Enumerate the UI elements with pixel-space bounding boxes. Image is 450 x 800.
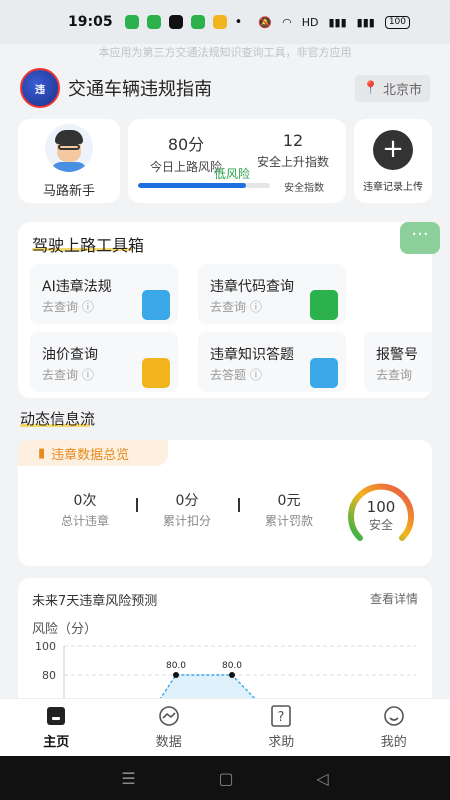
forecast-card: 未来7天违章风险预测 查看详情 风险（分） 100 80 80.0 80.0 <box>18 578 432 708</box>
gauge-score: 100 <box>367 498 396 516</box>
quiz-icon <box>310 358 338 388</box>
stats-card[interactable]: 80分 今日上路风险 12 安全上升指数 低风险 安全指数 <box>128 119 346 203</box>
tool-code-query[interactable]: 违章代码查询 去查询 ⓘ <box>198 264 346 324</box>
app-title: 交通车辆违规指南 <box>68 79 212 100</box>
safety-stat: 12 安全上升指数 <box>246 131 340 170</box>
tab-profile[interactable]: 我的 <box>338 699 450 756</box>
app-logo: 违 <box>20 68 60 108</box>
tool-name: 报警号 <box>376 347 418 363</box>
safety-index: 12 <box>282 131 304 150</box>
plus-icon[interactable]: + <box>373 129 413 170</box>
feed-title: 动态信息流 <box>20 410 96 428</box>
wifi-icon: ◠ <box>282 15 292 29</box>
tab-home[interactable]: 主页 <box>0 699 113 756</box>
dot-icon: • <box>234 14 243 30</box>
toolbox-card: 驾驶上路工具箱 ··· AI违章法规 去查询 ⓘ 违章代码查询 去查询 ⓘ 油价… <box>18 222 440 398</box>
menu-icon[interactable]: ☰ <box>121 769 135 788</box>
document-icon <box>142 290 170 320</box>
vpn-icon <box>212 15 227 29</box>
status-bar: 19:05 • 🔕 ◠ HD ▮▮▮ ▮▮▮ 100 <box>0 0 450 44</box>
safety-label: 安全上升指数 <box>256 155 329 169</box>
bar-chart-icon: ▮ <box>38 445 46 461</box>
location-pin-icon: 📍 <box>362 80 379 96</box>
chart-ylabel: 风险（分） <box>32 622 98 637</box>
tool-sub: 去答题 ⓘ <box>210 368 262 382</box>
progress-caption: 安全指数 <box>284 183 324 194</box>
tool-sub: 去查询 ⓘ <box>42 300 94 314</box>
tool-name: 油价查询 <box>42 347 98 363</box>
tool-ai-rules[interactable]: AI违章法规 去查询 ⓘ <box>30 264 178 324</box>
system-nav-bar: ☰ ▢ ◁ <box>0 756 450 800</box>
home-icon <box>47 707 66 725</box>
signal-icon: ▮▮▮ <box>328 15 347 29</box>
profile-icon <box>383 706 404 726</box>
tool-name: 违章代码查询 <box>210 279 294 295</box>
total-fines: 0元 累计罚款 <box>264 493 313 528</box>
tool-name: 违章知识答题 <box>210 347 294 363</box>
profile-row: 马路新手 80分 今日上路风险 12 安全上升指数 低风险 安全指数 + 违章记… <box>18 119 432 203</box>
upload-card[interactable]: + 违章记录上传 <box>354 119 432 203</box>
avatar <box>45 123 93 172</box>
upload-label: 违章记录上传 <box>363 181 423 193</box>
more-icon[interactable]: ··· <box>400 222 440 254</box>
mute-icon: 🔕 <box>258 15 273 29</box>
tool-oil-price[interactable]: 油价查询 去查询 ⓘ <box>30 332 178 392</box>
warning-icon <box>310 290 338 320</box>
app-header: 违 交通车辆违规指南 📍 北京市 <box>0 64 450 112</box>
forecast-title: 未来7天违章风险预测 <box>32 594 158 609</box>
view-details-link[interactable]: 查看详情 <box>370 590 418 607</box>
shield-app-icon <box>146 15 161 29</box>
safety-progress-bar <box>138 183 270 188</box>
divider <box>238 498 240 512</box>
divider <box>136 498 138 512</box>
tool-name: AI违章法规 <box>42 279 112 295</box>
tab-help[interactable]: ? 求助 <box>225 699 338 756</box>
tab-data[interactable]: 数据 <box>113 699 226 756</box>
data-label: 80.0 <box>222 661 242 671</box>
hd-icon: HD <box>301 15 319 29</box>
status-time: 19:05 <box>68 14 113 30</box>
toolbox-title: 驾驶上路工具箱 <box>32 236 145 255</box>
back-icon[interactable]: ◁ <box>316 769 328 788</box>
user-card[interactable]: 马路新手 <box>18 119 120 203</box>
total-violations: 0次 总计违章 <box>60 493 109 528</box>
location-label: 北京市 <box>382 82 422 98</box>
app-icon <box>190 15 205 29</box>
total-points: 0分 累计扣分 <box>162 493 211 528</box>
y-tick-label: 80 <box>42 669 56 682</box>
risk-level: 低风险 <box>214 167 251 181</box>
help-icon: ? <box>271 705 292 727</box>
data-label: 80.0 <box>166 661 186 671</box>
tool-quiz[interactable]: 违章知识答题 去答题 ⓘ <box>198 332 346 392</box>
risk-score: 80分 <box>167 135 205 154</box>
tool-emergency[interactable]: 报警号 去查询 <box>364 332 432 392</box>
home-button-icon[interactable]: ▢ <box>218 769 233 788</box>
tool-sub: 去查询 ⓘ <box>210 300 262 314</box>
chart-icon <box>158 706 179 726</box>
feed-header: 动态信息流 <box>20 408 95 429</box>
disclaimer-notice: 本应用为第三方交通法规知识查询工具，非官方应用 <box>98 46 352 59</box>
location-button[interactable]: 📍 北京市 <box>354 74 430 102</box>
bottom-tab-bar: 主页 数据 ? 求助 我的 <box>0 698 450 756</box>
safety-progress-fill <box>138 183 247 188</box>
tool-sub: 去查询 ⓘ <box>42 368 94 382</box>
battery-icon: 100 <box>384 15 410 29</box>
data-point <box>173 672 179 678</box>
fuel-icon <box>142 358 170 388</box>
overview-card: ▮ 违章数据总览 0次 总计违章 0分 累计扣分 0元 累计罚款 100 安全 <box>18 440 432 566</box>
user-name: 马路新手 <box>42 183 95 199</box>
overview-tag: ▮ 违章数据总览 <box>18 440 168 466</box>
tiktok-icon <box>168 15 183 29</box>
gauge-label: 安全 <box>369 517 393 532</box>
y-tick-label: 100 <box>35 640 56 653</box>
data-point <box>229 672 235 678</box>
wechat-icon <box>124 15 139 29</box>
safety-gauge: 100 安全 <box>348 483 414 541</box>
tool-sub: 去查询 <box>376 368 413 382</box>
signal-icon-2: ▮▮▮ <box>356 15 375 29</box>
svg-text:?: ? <box>278 710 285 725</box>
